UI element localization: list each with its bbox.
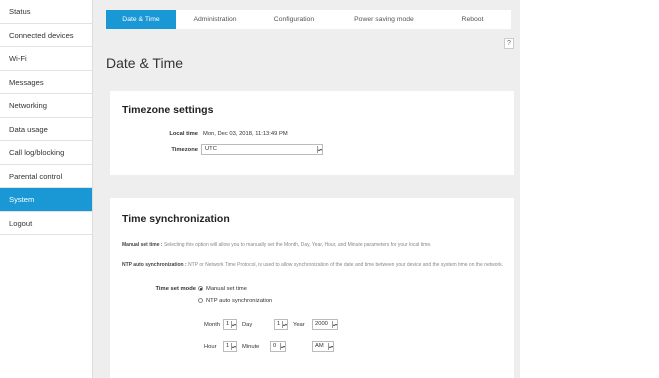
page-title: Date & Time <box>106 55 184 71</box>
help-button[interactable]: ? <box>504 38 514 49</box>
timezone-settings-title: Timezone settings <box>122 104 214 116</box>
minute-label: Minute <box>242 344 260 350</box>
ntp-auto-sync-option-label: NTP auto synchronization <box>206 298 273 304</box>
timezone-label: Timezone <box>171 147 198 153</box>
hour-label: Hour <box>204 344 217 350</box>
sidebar-item-parental-control[interactable]: Parental control <box>0 165 92 188</box>
ampm-select-value: AM <box>315 343 324 349</box>
local-time-label: Local time <box>169 131 198 137</box>
sidebar-item-system[interactable]: System <box>0 188 92 212</box>
hour-select-value: 1 <box>226 343 230 349</box>
dropdown-arrow-icon: ▴▾ <box>328 343 334 350</box>
month-select[interactable]: 1 ▴▾ <box>223 319 237 330</box>
dropdown-arrow-icon: ▴▾ <box>282 321 288 328</box>
year-label: Year <box>293 322 305 328</box>
dropdown-arrow-icon: ▴▾ <box>280 343 286 350</box>
sidebar-item-messages[interactable]: Messages <box>0 71 92 94</box>
ntp-description: NTP auto synchronization : NTP or Networ… <box>122 262 506 268</box>
tab-configuration[interactable]: Configuration <box>254 10 334 29</box>
manual-set-time-radio[interactable] <box>198 286 203 291</box>
sidebar: Status Connected devices Wi-Fi Messages … <box>0 0 93 378</box>
dropdown-arrow-icon: ▴▾ <box>332 321 338 328</box>
year-select-value: 2000 <box>315 321 328 327</box>
sidebar-item-call-log-blocking[interactable]: Call log/blocking <box>0 141 92 165</box>
timezone-select-value: UTC <box>205 146 217 152</box>
month-label: Month <box>204 322 221 328</box>
day-select[interactable]: 1 ▴▾ <box>274 319 288 330</box>
tab-bar: Date & Time Administration Configuration… <box>106 10 511 29</box>
manual-set-time-option-label: Manual set time <box>206 286 247 292</box>
time-synchronization-card: Time synchronization Manual set time : S… <box>110 198 514 378</box>
dropdown-arrow-icon: ▴▾ <box>231 343 237 350</box>
dropdown-arrow-icon: ▴▾ <box>231 321 237 328</box>
timezone-settings-card: Timezone settings Local time Mon, Dec 03… <box>110 91 514 175</box>
ntp-text: NTP or Network Time Protocol, is used to… <box>188 262 504 268</box>
ntp-auto-sync-radio[interactable] <box>198 298 203 303</box>
minute-select-value: 0 <box>273 343 277 349</box>
time-set-mode-label: Time set mode <box>155 286 197 292</box>
tab-date-time[interactable]: Date & Time <box>106 10 176 29</box>
year-select[interactable]: 2000 ▴▾ <box>312 319 338 330</box>
ntp-heading: NTP auto synchronization : <box>122 262 187 268</box>
tab-reboot[interactable]: Reboot <box>434 10 511 29</box>
time-synchronization-title: Time synchronization <box>122 213 230 225</box>
timezone-select[interactable]: UTC ▴▾ <box>201 144 323 155</box>
manual-set-time-heading: Manual set time : <box>122 242 163 248</box>
day-label: Day <box>242 322 253 328</box>
local-time-value: Mon, Dec 03, 2018, 11:13:49 PM <box>203 131 288 137</box>
tab-administration[interactable]: Administration <box>176 10 254 29</box>
minute-select[interactable]: 0 ▴▾ <box>270 341 286 352</box>
dropdown-arrow-icon: ▴▾ <box>317 146 323 153</box>
sidebar-item-logout[interactable]: Logout <box>0 212 92 235</box>
manual-set-time-text: Selecting this option will allow you to … <box>163 242 432 248</box>
day-select-value: 1 <box>277 321 281 327</box>
sidebar-item-networking[interactable]: Networking <box>0 94 92 118</box>
right-margin <box>520 0 659 378</box>
ampm-select[interactable]: AM ▴▾ <box>312 341 334 352</box>
sidebar-item-status[interactable]: Status <box>0 0 92 24</box>
sidebar-item-connected-devices[interactable]: Connected devices <box>0 24 92 47</box>
hour-select[interactable]: 1 ▴▾ <box>223 341 237 352</box>
tab-power-saving-mode[interactable]: Power saving mode <box>334 10 434 29</box>
main-content: Date & Time Administration Configuration… <box>93 0 520 378</box>
month-select-value: 1 <box>226 321 230 327</box>
manual-set-time-description: Manual set time : Selecting this option … <box>122 242 506 248</box>
sidebar-item-wifi[interactable]: Wi-Fi <box>0 47 92 71</box>
sidebar-item-data-usage[interactable]: Data usage <box>0 118 92 141</box>
